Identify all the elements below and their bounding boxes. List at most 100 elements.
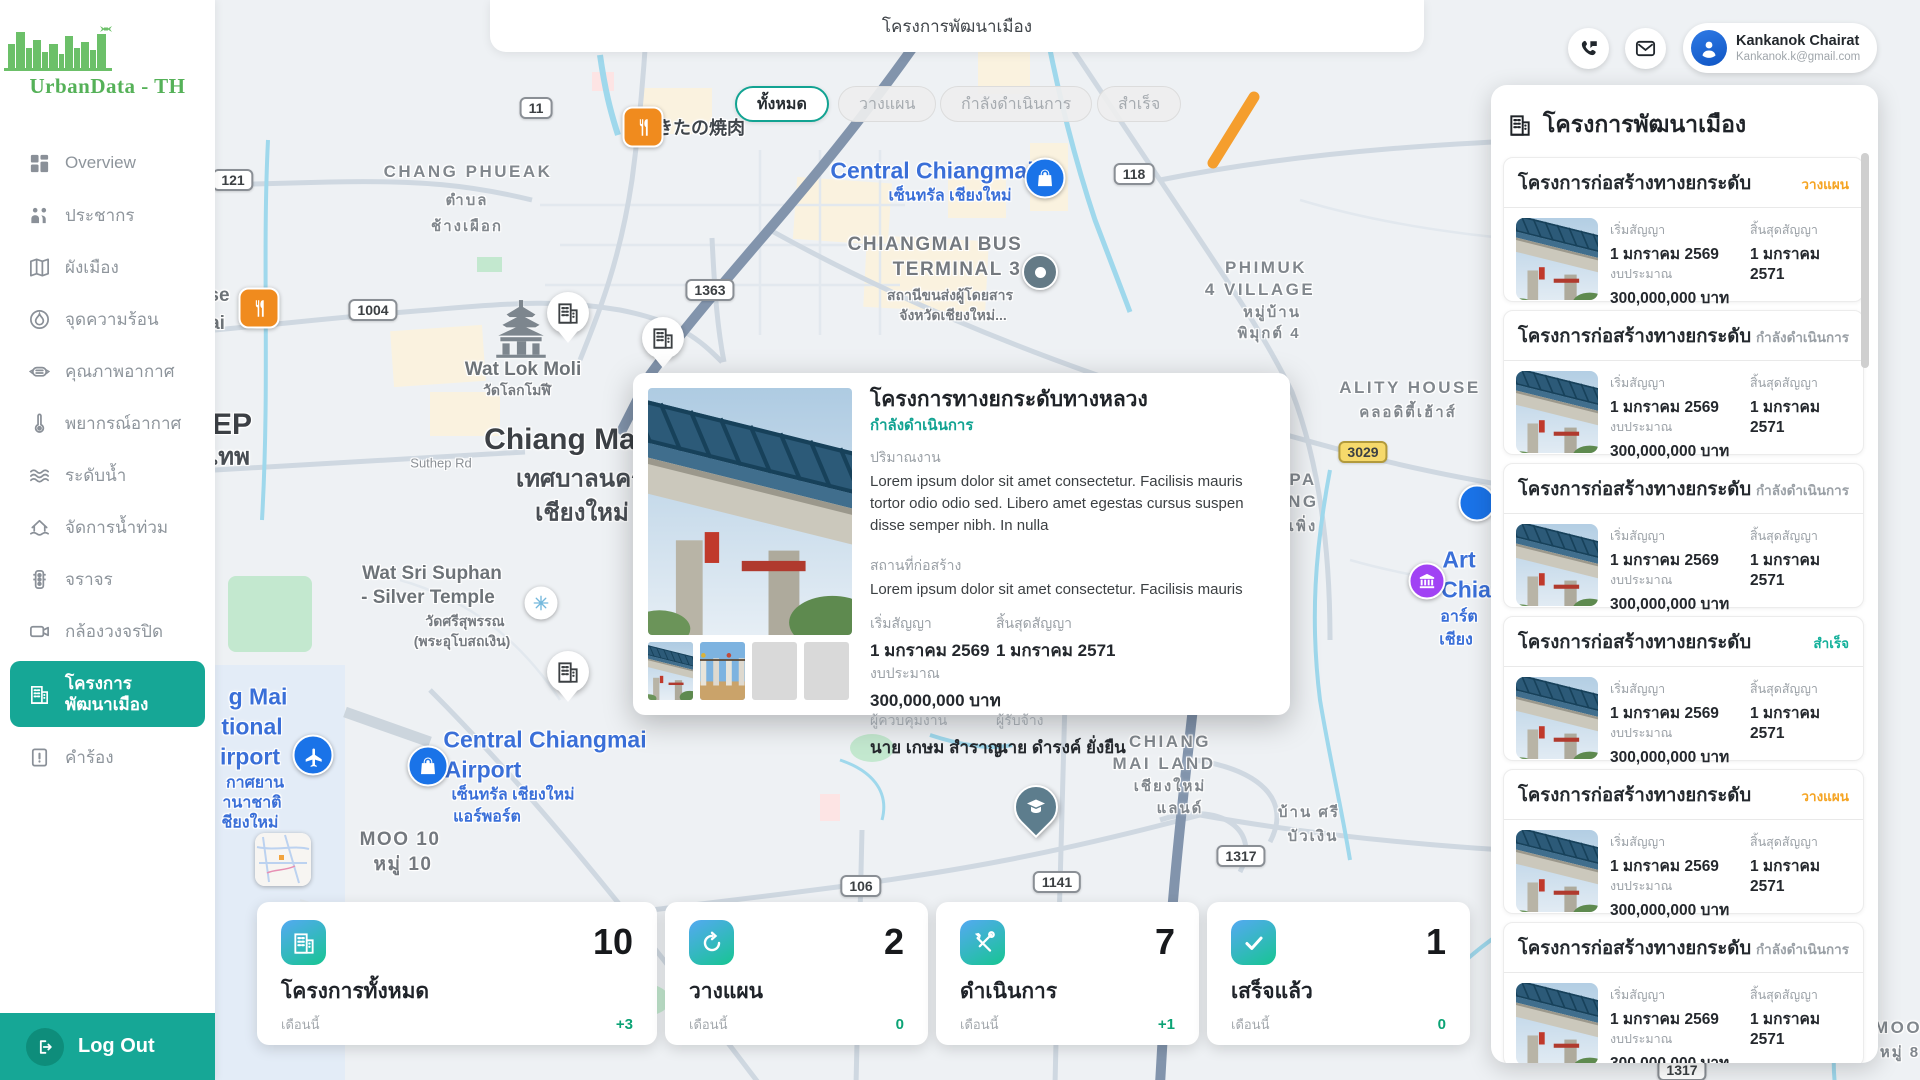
project-card[interactable]: โครงการก่อสร้างทางยกระดับ วางแผน เริ่มสั… xyxy=(1503,769,1864,914)
projects-panel: โครงการพัฒนาเมือง โครงการก่อสร้างทางยกระ… xyxy=(1491,85,1878,1063)
map-label: เพิ่ง xyxy=(1289,514,1317,538)
stat-label: ดำเนินการ xyxy=(960,975,1175,1008)
map-marker-museum-icon[interactable] xyxy=(1409,563,1446,600)
end-value: 1 มกราคม 2571 xyxy=(1750,547,1853,590)
start-value: 1 มกราคม 2569 xyxy=(1610,547,1719,572)
mail-icon xyxy=(1634,37,1657,60)
project-card-title: โครงการก่อสร้างทางยกระดับ xyxy=(1518,781,1751,810)
sidebar-item-label: ระดับน้ำ xyxy=(65,462,126,489)
filter-pill-2[interactable]: กำลังดำเนินการ xyxy=(940,86,1092,122)
grid-icon xyxy=(28,152,51,175)
map-label: Chia xyxy=(1441,577,1491,604)
contact-phone-button[interactable] xyxy=(1568,28,1609,69)
sidebar-item-label: จุดความร้อน xyxy=(65,306,159,333)
map-label: หมู่ 10 xyxy=(374,849,433,879)
map-label: บ้าน ศรี xyxy=(1278,800,1340,824)
map-marker-temple-icon[interactable] xyxy=(488,298,554,358)
start-label: เริ่มสัญญา xyxy=(1610,373,1719,393)
messages-button[interactable] xyxy=(1625,28,1666,69)
map-marker-plane-icon[interactable] xyxy=(293,735,334,776)
project-card-thumbnail xyxy=(1516,677,1598,759)
sidebar-item-traffic[interactable]: จราจร xyxy=(10,557,205,601)
start-value: 1 มกราคม 2569 xyxy=(1610,394,1719,419)
logout-button[interactable]: Log Out xyxy=(0,1013,215,1080)
map-label: ช้างเผือก xyxy=(431,214,503,238)
filter-pill-0[interactable]: ทั้งหมด xyxy=(735,86,829,122)
project-card[interactable]: โครงการก่อสร้างทางยกระดับ วางแผน เริ่มสั… xyxy=(1503,157,1864,302)
project-photo xyxy=(648,388,852,635)
project-card-title: โครงการก่อสร้างทางยกระดับ xyxy=(1518,934,1751,963)
map-icon xyxy=(28,256,51,279)
road-shield: 118 xyxy=(1114,163,1155,185)
sidebar-item-waves[interactable]: ระดับน้ำ xyxy=(10,453,205,497)
sidebar-item-flood[interactable]: จัดการน้ำท่วม xyxy=(10,505,205,549)
map-label: จังหวัดเชียงใหม่... xyxy=(899,305,1007,327)
photo-thumbnail[interactable] xyxy=(648,642,693,700)
filter-pill-label: กำลังดำเนินการ xyxy=(961,92,1071,117)
budget-value: 300,000,000 บาท xyxy=(1610,591,1729,616)
map-marker-project-icon[interactable] xyxy=(547,651,589,693)
doc-icon xyxy=(28,746,51,769)
sidebar-item-map[interactable]: ผังเมือง xyxy=(10,245,205,289)
sidebar-item-people[interactable]: ประชากร xyxy=(10,193,205,237)
map-label: แอร์พอร์ต xyxy=(453,805,521,830)
road-shield: 106 xyxy=(840,875,881,897)
tools-icon xyxy=(960,920,1005,965)
map-marker-restaurant-icon[interactable] xyxy=(623,107,664,148)
project-card[interactable]: โครงการก่อสร้างทางยกระดับ สำเร็จ เริ่มสั… xyxy=(1503,616,1864,761)
sidebar-item-flame[interactable]: จุดความร้อน xyxy=(10,297,205,341)
project-card-thumbnail xyxy=(1516,983,1598,1063)
map-label: วัดศรีสุพรรณ xyxy=(425,611,504,633)
map-marker-bag-icon[interactable] xyxy=(1025,158,1066,199)
page-title: โครงการพัฒนาเมือง xyxy=(882,13,1032,40)
map-marker-bluepoi-icon[interactable] xyxy=(1459,485,1496,522)
minimap-inset[interactable] xyxy=(255,833,311,886)
map-label: CHIANG xyxy=(1129,732,1211,752)
projects-panel-title: โครงการพัฒนาเมือง xyxy=(1543,107,1746,143)
app-root: きたの焼肉CHANG PHUEAKตำบลช้างเผือกseaiCentra… xyxy=(0,0,1920,1080)
end-label: สิ้นสุดสัญญา xyxy=(1750,373,1853,393)
map-label: MOO 10 xyxy=(360,829,441,851)
project-card[interactable]: โครงการก่อสร้างทางยกระดับ กำลังดำเนินการ… xyxy=(1503,463,1864,608)
map-marker-poi-icon[interactable] xyxy=(1022,254,1058,290)
budget-value: 300,000,000 บาท xyxy=(1610,897,1729,922)
sidebar-item-grid[interactable]: Overview xyxy=(10,141,205,185)
sidebar-item-label: โครงการ พัฒนาเมือง xyxy=(65,673,148,716)
sidebar-item-label: คุณภาพอากาศ xyxy=(65,358,175,385)
project-card-status-badge: กำลังดำเนินการ xyxy=(1756,938,1849,960)
photo-thumbnail-placeholder[interactable] xyxy=(752,642,797,700)
page-title-bar: โครงการพัฒนาเมือง xyxy=(490,0,1424,52)
map-marker-school-icon[interactable] xyxy=(1014,785,1058,829)
panel-scrollbar[interactable] xyxy=(1861,153,1869,368)
brand-name: UrbanData - TH xyxy=(0,74,215,99)
filter-pill-3[interactable]: สำเร็จ xyxy=(1097,86,1181,122)
stat-label: วางแผน xyxy=(689,975,904,1008)
map-marker-project-icon[interactable] xyxy=(642,317,684,359)
sidebar: UrbanData - TH Overview ประชากรผังเมืองจุ… xyxy=(0,0,215,1080)
contractor-value: นาย ดำรงค์ ยั่งยืน xyxy=(996,734,1126,761)
sidebar-item-mask[interactable]: คุณภาพอากาศ xyxy=(10,349,205,393)
sidebar-item-building[interactable]: โครงการ พัฒนาเมือง xyxy=(10,661,205,727)
end-label: สิ้นสุดสัญญา xyxy=(1750,832,1853,852)
project-card-status-badge: กำลังดำเนินการ xyxy=(1756,479,1849,501)
map-marker-restaurant-icon[interactable] xyxy=(239,288,280,329)
photo-thumbnail-placeholder[interactable] xyxy=(804,642,849,700)
end-label: สิ้นสุดสัญญา xyxy=(1750,985,1853,1005)
map-label: CHANG PHUEAK xyxy=(384,162,553,182)
filter-pill-1[interactable]: วางแผน xyxy=(838,86,936,122)
sidebar-item-thermo[interactable]: พยากรณ์อากาศ xyxy=(10,401,205,445)
project-card[interactable]: โครงการก่อสร้างทางยกระดับ กำลังดำเนินการ… xyxy=(1503,310,1864,455)
map-marker-snow-icon[interactable] xyxy=(525,587,558,620)
project-card[interactable]: โครงการก่อสร้างทางยกระดับ กำลังดำเนินการ… xyxy=(1503,922,1864,1063)
sidebar-item-doc[interactable]: คำร้อง xyxy=(10,735,205,779)
map-marker-bag-icon[interactable] xyxy=(408,746,449,787)
stat-card-tools: 7 ดำเนินการ เดือนนี้ +1 xyxy=(936,902,1199,1045)
logout-label: Log Out xyxy=(78,1035,155,1058)
user-profile-chip[interactable]: Kankanok Chairat Kankanok.k@gmail.com xyxy=(1683,23,1877,73)
stat-change: +1 xyxy=(1158,1016,1175,1033)
photo-thumbnail[interactable] xyxy=(700,642,745,700)
start-label: เริ่มสัญญา xyxy=(1610,220,1719,240)
sidebar-item-cctv[interactable]: กล้องวงจรปิด xyxy=(10,609,205,653)
budget-value: 300,000,000 บาท xyxy=(1610,744,1729,769)
project-card-thumbnail xyxy=(1516,830,1598,912)
